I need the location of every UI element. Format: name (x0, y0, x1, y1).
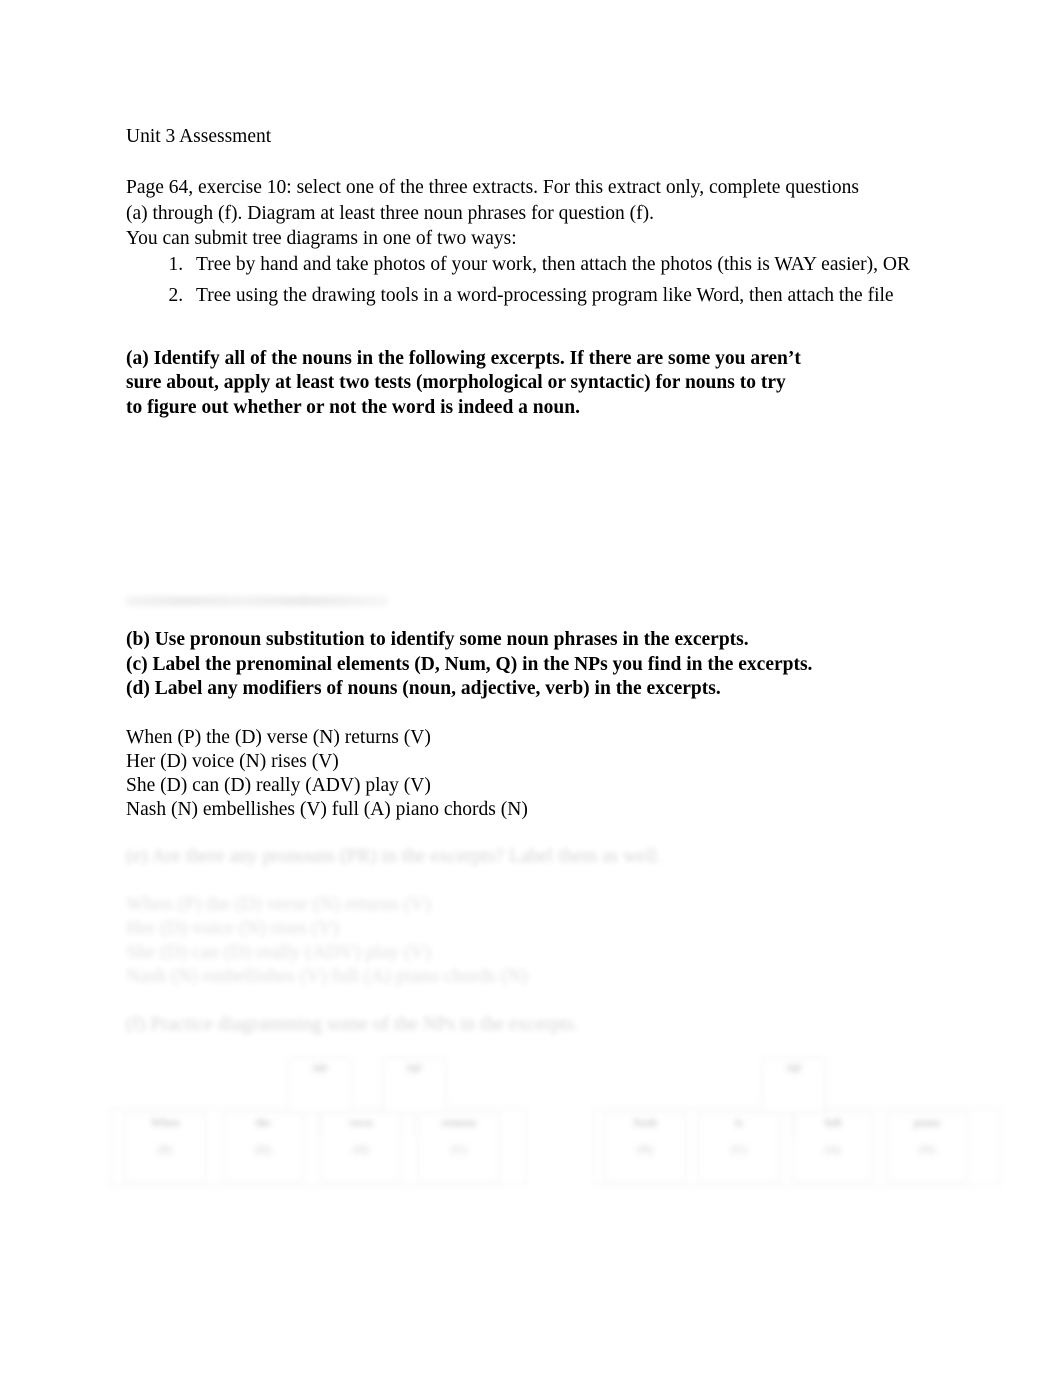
tree-leaf-node: Nash (N) (604, 1112, 686, 1182)
tree-leaf-node: returns (V) (418, 1112, 500, 1182)
tree-leaf-tag: (V) (451, 1144, 467, 1156)
faded-question-e: (e) Are there any pronouns (PR) in the e… (126, 846, 662, 867)
list-item: Tree using the drawing tools in a word-p… (188, 283, 936, 309)
faded-question-f: (f) Practice diagramming some of the NPs… (126, 1014, 579, 1035)
question-b: (b) Use pronoun substitution to identify… (126, 629, 749, 650)
tree-leaf-node: piano (N) (886, 1112, 968, 1182)
questions-bcd-block: (b) Use pronoun substitution to identify… (126, 628, 946, 702)
tree-leaf-node: the (D) (222, 1112, 304, 1182)
question-a-line-2: sure about, apply at least two tests (mo… (126, 372, 786, 393)
question-a-line-1: (a) Identify all of the nouns in the fol… (126, 347, 801, 369)
intro-line-3: You can submit tree diagrams in one of t… (126, 228, 517, 249)
question-a-line-3: to figure out whether or not the word is… (126, 396, 580, 418)
tree-node-np: NP (762, 1058, 826, 1114)
tree-leaf-tag: (D) (255, 1144, 271, 1156)
question-c: (c) Label the prenominal elements (D, Nu… (126, 653, 813, 675)
faded-tagged-line: Nash (N) embellishes (V) full (A) piano … (126, 966, 528, 987)
list-item: Tree by hand and take photos of your wor… (188, 252, 936, 278)
tree-leaf-word: piano (913, 1117, 941, 1129)
tagged-line: She (D) can (D) really (ADV) play (V) (126, 775, 431, 796)
intro-line-1: Page 64, exercise 10: select one of the … (126, 177, 860, 198)
tree-leaf-tag: (A) (825, 1144, 841, 1156)
faded-tagged-line: She (D) can (D) really (ADV) play (V) (126, 942, 431, 963)
tree-node-label: NP (312, 1063, 328, 1075)
tree-leaf-word: verse (348, 1117, 374, 1129)
tree-leaf-word: full (825, 1117, 841, 1129)
tagged-line: When (P) the (D) verse (N) returns (V) (126, 727, 431, 748)
tree-leaf-node: verse (N) (320, 1112, 402, 1182)
tree-leaf-node: is (V) (698, 1112, 780, 1182)
faded-tagged-line: When (P) the (D) verse (N) returns (V) (126, 894, 431, 915)
document-body: Unit 3 Assessment Page 64, exercise 10: … (126, 124, 936, 420)
tree-edge (320, 1114, 321, 1136)
tree-leaf-tag: (N) (353, 1144, 369, 1156)
intro-line-2: (a) through (f). Diagram at least three … (126, 202, 654, 224)
tree-leaf-word: Nash (633, 1117, 657, 1129)
submit-options-list: Tree by hand and take photos of your wor… (126, 252, 936, 309)
noun-phrase-tree-right: NP Nash (N) is (V) full (A) piano (N) (594, 1046, 1000, 1196)
document-page: Unit 3 Assessment Page 64, exercise 10: … (0, 0, 1062, 1377)
tree-node-label: NP (786, 1063, 802, 1075)
document-title: Unit 3 Assessment (126, 126, 272, 147)
tree-leaf-tag: (N) (637, 1144, 653, 1156)
tagged-sentences-block: When (P) the (D) verse (N) returns (V) H… (126, 726, 826, 822)
tree-node-np: NP (382, 1058, 446, 1114)
tree-leaf-word: is (735, 1117, 743, 1129)
tree-leaf-tag: (V) (731, 1144, 747, 1156)
tree-edge (794, 1114, 795, 1136)
tree-leaf-word: When (150, 1117, 180, 1129)
tree-leaf-word: the (255, 1117, 271, 1129)
tagged-line: Her (D) voice (N) rises (V) (126, 751, 339, 772)
tree-node-np: NP (288, 1058, 352, 1114)
tree-leaf-tag: (N) (919, 1144, 935, 1156)
tagged-line: Nash (N) embellishes (V) full (A) piano … (126, 799, 528, 820)
tree-leaf-node: full (A) (792, 1112, 874, 1182)
question-d: (d) Label any modifiers of nouns (noun, … (126, 678, 721, 699)
noun-phrase-tree-left: NP NP When (P) the (D) verse (N) returns… (110, 1046, 526, 1196)
question-a-block: (a) Identify all of the nouns in the fol… (126, 347, 936, 421)
faded-tagged-line: Her (D) voice (N) rises (V) (126, 918, 339, 939)
tree-leaf-node: When (P) (124, 1112, 206, 1182)
tree-node-label: NP (406, 1063, 422, 1075)
tree-edge (414, 1114, 415, 1136)
tree-leaf-word: returns (441, 1117, 477, 1129)
tree-leaf-tag: (P) (158, 1144, 172, 1156)
tree-diagrams-region: NP NP When (P) the (D) verse (N) returns… (110, 1046, 1010, 1196)
faded-artifact-line (126, 596, 388, 606)
